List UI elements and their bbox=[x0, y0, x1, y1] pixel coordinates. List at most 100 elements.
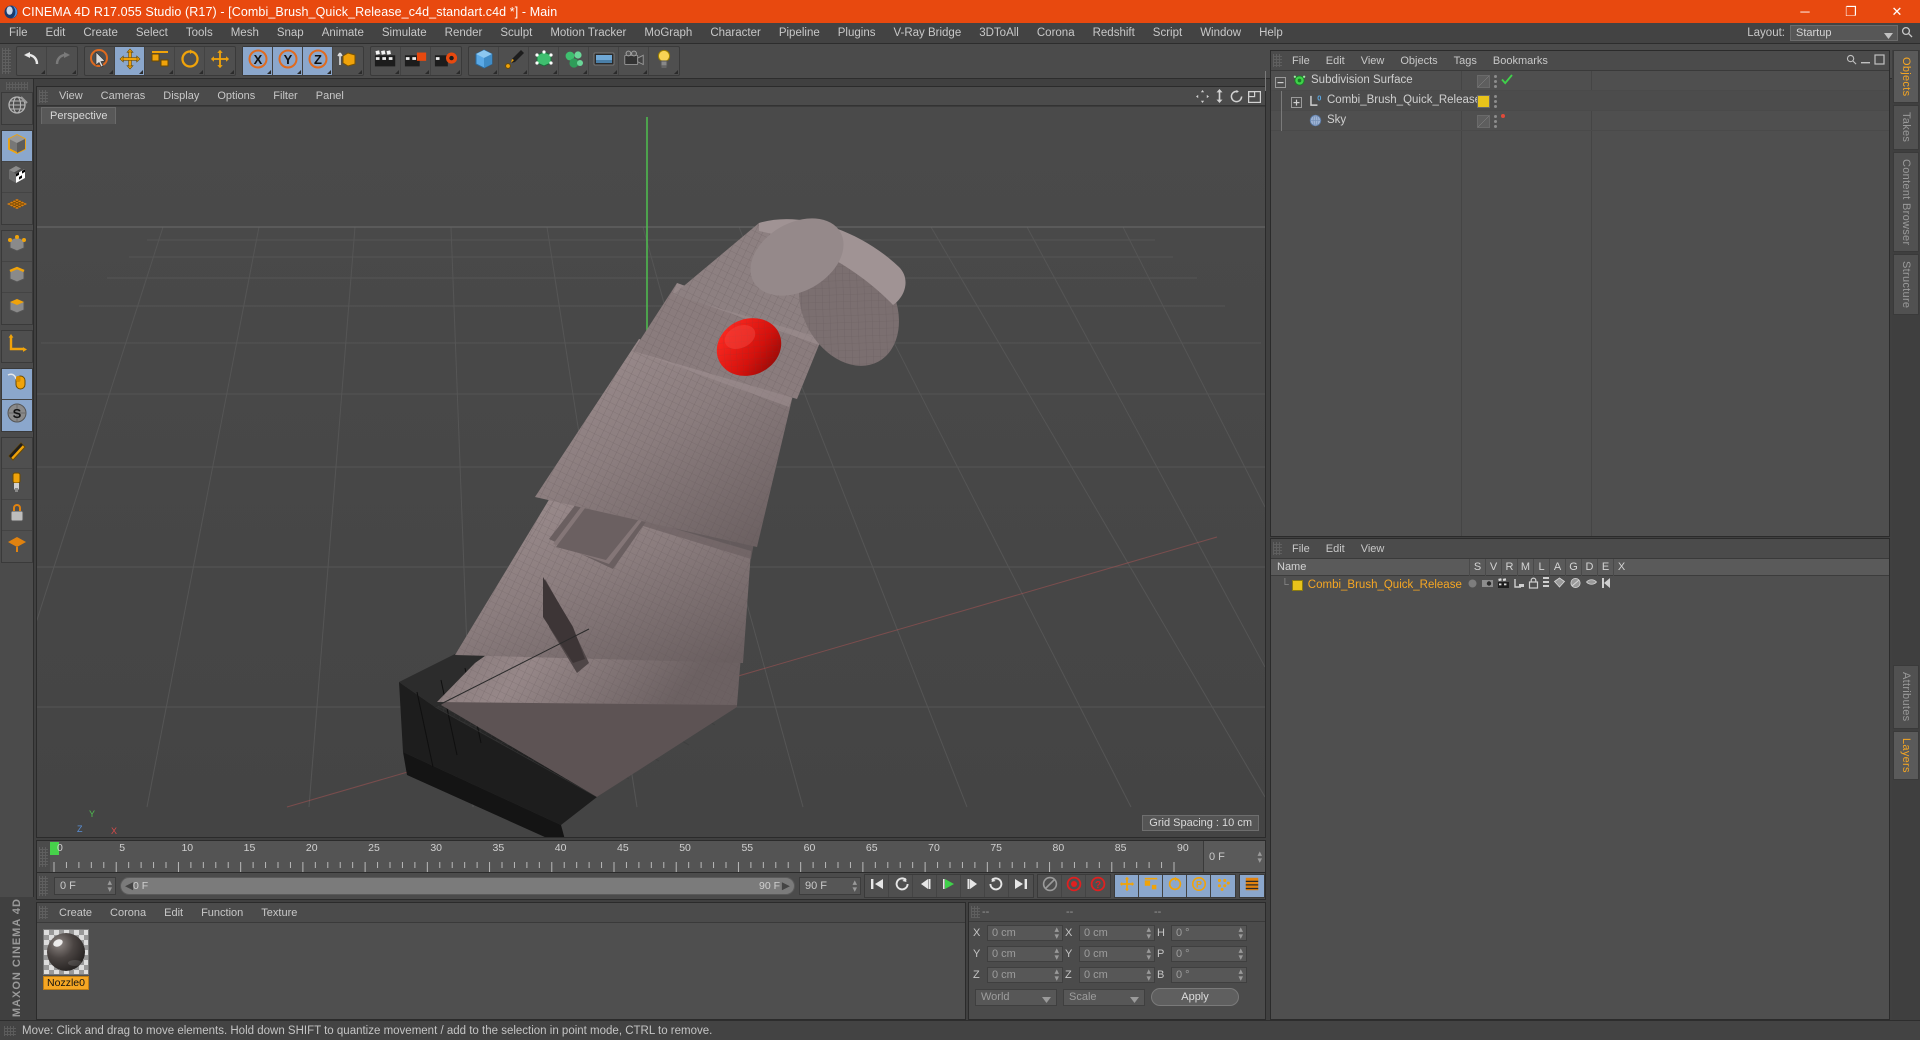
rotate-view-icon[interactable] bbox=[1230, 89, 1243, 108]
disabled-dot-icon[interactable] bbox=[1501, 114, 1505, 118]
object-name[interactable]: Sky bbox=[1327, 114, 1346, 126]
menu-item-v-ray-bridge[interactable]: V-Ray Bridge bbox=[884, 23, 970, 44]
material-menu-create[interactable]: Create bbox=[50, 903, 101, 923]
material-menu-corona[interactable]: Corona bbox=[101, 903, 155, 923]
minimize-button[interactable]: ─ bbox=[1782, 0, 1828, 23]
range-left-handle[interactable]: ◀ bbox=[125, 880, 133, 892]
menu-item-motion-tracker[interactable]: Motion Tracker bbox=[541, 23, 635, 44]
layer-column-l[interactable]: L bbox=[1533, 559, 1549, 576]
lock-workplane[interactable] bbox=[1, 500, 32, 531]
menu-item-tools[interactable]: Tools bbox=[177, 23, 222, 44]
points-mode[interactable] bbox=[1, 231, 32, 262]
animation-toggle-icon[interactable] bbox=[1542, 576, 1550, 594]
size-input[interactable]: 0 cm ▴ ▾ bbox=[1079, 945, 1155, 962]
object-row[interactable]: 0 Combi_Brush_Quick_Release bbox=[1271, 91, 1889, 111]
object-tree[interactable]: Subdivision Surface 0 Combi_Brush_Quick_Re… bbox=[1265, 71, 1889, 536]
menu-item-redshift[interactable]: Redshift bbox=[1084, 23, 1144, 44]
minimize-panel-icon[interactable] bbox=[1860, 52, 1871, 70]
position-key-button[interactable] bbox=[1115, 875, 1139, 897]
pan-icon[interactable] bbox=[1196, 89, 1209, 108]
range-right-handle[interactable]: ▶ bbox=[782, 880, 790, 892]
status-bar-grip[interactable] bbox=[4, 1025, 16, 1036]
move-axis-tool[interactable] bbox=[205, 47, 235, 75]
layer-color-swatch[interactable] bbox=[1291, 579, 1303, 591]
go-to-start-button[interactable] bbox=[865, 875, 889, 897]
lock-x-axis[interactable]: X bbox=[243, 47, 273, 75]
layer-menu-file[interactable]: File bbox=[1284, 539, 1318, 559]
menu-item-3dtoall[interactable]: 3DToAll bbox=[970, 23, 1028, 44]
xpresso-toggle-icon[interactable] bbox=[1601, 576, 1613, 594]
search-icon[interactable] bbox=[1846, 52, 1857, 70]
object-tag-area[interactable] bbox=[1477, 91, 1497, 111]
deformer-toggle-icon[interactable] bbox=[1569, 576, 1582, 594]
material-menu-function[interactable]: Function bbox=[192, 903, 252, 923]
viewport-menu-panel[interactable]: Panel bbox=[307, 87, 353, 106]
next-frame-button[interactable] bbox=[961, 875, 985, 897]
menu-item-simulate[interactable]: Simulate bbox=[373, 23, 436, 44]
undo-view-button[interactable] bbox=[2, 93, 32, 124]
object-menu-view[interactable]: View bbox=[1353, 51, 1393, 71]
apply-button[interactable]: Apply bbox=[1151, 988, 1239, 1006]
layer-column-d[interactable]: D bbox=[1581, 559, 1597, 576]
menu-item-script[interactable]: Script bbox=[1144, 23, 1191, 44]
coordinate-system-dropdown[interactable]: World bbox=[975, 988, 1057, 1006]
layer-column-v[interactable]: V bbox=[1485, 559, 1501, 576]
visibility-tag[interactable] bbox=[1477, 74, 1490, 88]
material-menu-texture[interactable]: Texture bbox=[252, 903, 306, 923]
spinner-icon[interactable]: ▴ ▾ bbox=[1146, 945, 1151, 961]
vertical-tab-attributes[interactable]: Attributes bbox=[1893, 665, 1919, 729]
position-input[interactable]: 0 cm ▴ ▾ bbox=[987, 924, 1063, 941]
rotation-input[interactable]: 0 ° ▴ ▾ bbox=[1171, 966, 1247, 983]
workplane-mode[interactable]: S bbox=[1, 400, 32, 431]
rotation-input[interactable]: 0 ° ▴ ▾ bbox=[1171, 945, 1247, 962]
coordinate-mode-dropdown[interactable]: Scale bbox=[1063, 988, 1145, 1006]
layout-dropdown[interactable]: Startup bbox=[1790, 25, 1898, 41]
object-menu-objects[interactable]: Objects bbox=[1392, 51, 1445, 71]
timeline-grip[interactable] bbox=[39, 847, 48, 867]
workplane-options[interactable] bbox=[2, 531, 32, 562]
close-button[interactable]: ✕ bbox=[1874, 0, 1920, 23]
layer-column-s[interactable]: S bbox=[1469, 559, 1485, 576]
object-menu-bookmarks[interactable]: Bookmarks bbox=[1485, 51, 1556, 71]
position-input[interactable]: 0 cm ▴ ▾ bbox=[987, 966, 1063, 983]
search-icon[interactable] bbox=[1898, 26, 1916, 41]
render-to-picture-viewer[interactable] bbox=[401, 47, 431, 75]
layer-column-m[interactable]: M bbox=[1517, 559, 1533, 576]
preview-range-slider[interactable]: ◀ 0 F 90 F ▶ bbox=[120, 877, 795, 895]
timeline-ruler[interactable]: 0 5 10 15 20 25 30 35 40 45 50 55 60 65 70 75 80 85 90 bbox=[50, 841, 1203, 875]
visibility-dots-icon[interactable] bbox=[1494, 74, 1497, 88]
visibility-dots-icon[interactable] bbox=[1494, 114, 1497, 128]
layer-manager-grip[interactable] bbox=[1273, 542, 1282, 555]
maximize-view-icon[interactable] bbox=[1248, 90, 1262, 108]
layer-column-x[interactable]: X bbox=[1613, 559, 1629, 576]
make-editable[interactable] bbox=[1, 131, 32, 162]
menu-item-help[interactable]: Help bbox=[1250, 23, 1292, 44]
spinner-icon[interactable]: ▴ ▾ bbox=[1054, 945, 1059, 961]
menu-item-window[interactable]: Window bbox=[1191, 23, 1250, 44]
enabled-check-icon[interactable] bbox=[1501, 72, 1513, 90]
visibility-dots-icon[interactable] bbox=[1494, 94, 1497, 108]
vertical-tab-structure[interactable]: Structure bbox=[1893, 254, 1919, 316]
viewport-menu-cameras[interactable]: Cameras bbox=[92, 87, 155, 106]
material-menu-edit[interactable]: Edit bbox=[155, 903, 192, 923]
go-to-end-button[interactable] bbox=[1009, 875, 1033, 897]
object-name[interactable]: Subdivision Surface bbox=[1311, 74, 1413, 86]
size-input[interactable]: 0 cm ▴ ▾ bbox=[1079, 966, 1155, 983]
point-level-animation-button[interactable] bbox=[1211, 875, 1235, 897]
viewport-menu-filter[interactable]: Filter bbox=[264, 87, 306, 106]
polygons-mode[interactable] bbox=[2, 293, 32, 324]
material-item[interactable]: Nozzle0 bbox=[43, 929, 89, 990]
manager-toggle-icon[interactable] bbox=[1513, 576, 1525, 594]
object-name[interactable]: Combi_Brush_Quick_Release bbox=[1327, 94, 1481, 106]
add-generator[interactable] bbox=[529, 47, 559, 75]
undo-button[interactable] bbox=[17, 47, 47, 75]
playbar-grip[interactable] bbox=[39, 876, 48, 896]
lock-toggle-icon[interactable] bbox=[1528, 576, 1539, 594]
vertical-tab-objects[interactable]: Objects bbox=[1893, 50, 1919, 104]
scale-tool[interactable] bbox=[145, 47, 175, 75]
toolbar-grip[interactable] bbox=[2, 48, 11, 74]
texture-mode[interactable] bbox=[1, 162, 32, 193]
vertical-tab-layers[interactable]: Layers bbox=[1893, 730, 1919, 780]
visibility-toggle-icon[interactable] bbox=[1481, 576, 1494, 594]
spinner-icon[interactable]: ▴ ▾ bbox=[852, 878, 857, 894]
